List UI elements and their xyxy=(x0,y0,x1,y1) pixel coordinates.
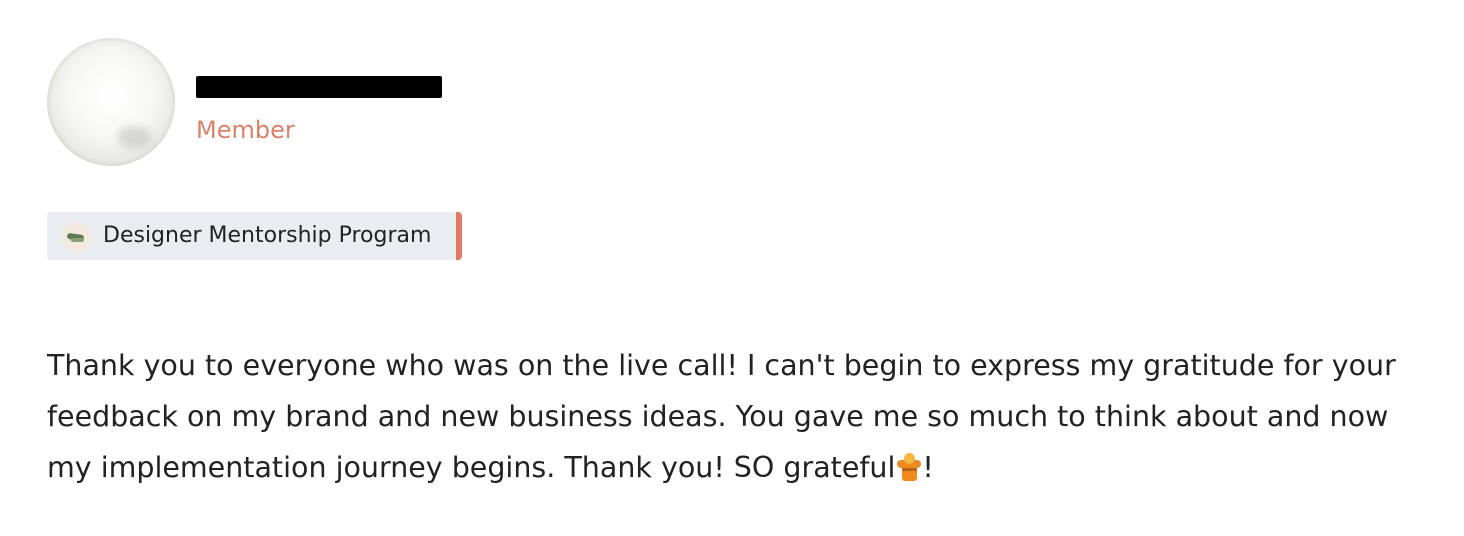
post-body: Thank you to everyone who was on the liv… xyxy=(47,340,1442,493)
avatar-image xyxy=(117,126,151,148)
post-body-text: Thank you to everyone who was on the liv… xyxy=(47,349,1396,484)
author-role: Member xyxy=(196,116,295,144)
avatar[interactable] xyxy=(47,38,175,166)
tag-label: Designer Mentorship Program xyxy=(103,223,432,248)
sneaker-icon xyxy=(62,223,90,251)
tag-chip-designer-mentorship-program[interactable]: Designer Mentorship Program xyxy=(47,212,462,260)
post-body-suffix: ! xyxy=(922,451,934,484)
person-bowing-emoji-icon xyxy=(896,453,922,481)
author-name[interactable] xyxy=(196,76,442,98)
post-card: Member Designer Mentorship Program Thank… xyxy=(0,0,1464,536)
